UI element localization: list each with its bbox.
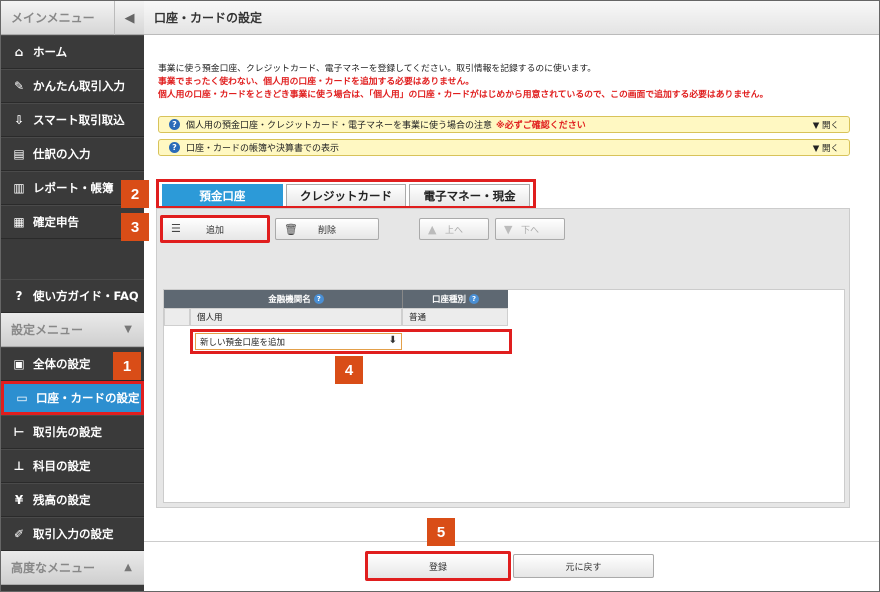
home-icon: ⌂: [14, 45, 24, 59]
sidebar-item-label: 口座・カードの設定: [36, 391, 140, 405]
tree-icon: ⊥: [13, 459, 25, 473]
question-icon[interactable]: ?: [469, 294, 479, 304]
description-line-1: 事業に使う預金口座、クレジットカード、電子マネーを登録してください。取引情報を記…: [158, 64, 597, 74]
question-icon: ?: [169, 119, 180, 130]
register-button[interactable]: 登録: [365, 551, 511, 581]
sidebar-item-label: 全体の設定: [33, 357, 91, 371]
sidebar-item-subject-settings[interactable]: ⊥ 科目の設定: [1, 449, 144, 483]
sidebar-item-account-card-settings[interactable]: ▭ 口座・カードの設定: [1, 381, 144, 415]
notice-display[interactable]: ? 口座・カードの帳簿や決算書での表示 ▼ 開く: [158, 139, 850, 156]
trash-icon: 🗑: [284, 223, 298, 236]
move-down-button[interactable]: ▼ 下へ: [495, 218, 565, 240]
chevron-down-icon: ▼: [124, 324, 132, 335]
pencil-icon: ✎: [13, 79, 25, 93]
account-grid: 金融機関名? 口座種別? 個人用 普通 新しい預金口座を追加 ⬇: [163, 289, 845, 503]
notice-personal-account[interactable]: ? 個人用の預金口座・クレジットカード・電子マネーを事業に使う場合の注意 ※必ず…: [158, 116, 850, 133]
notice-warning: ※必ずご確認ください: [496, 121, 586, 131]
sidebar-item-label: 仕訳の入力: [33, 147, 91, 161]
help-icon: ?: [15, 289, 23, 303]
callout-badge-1: 1: [113, 352, 141, 380]
add-account-row: 新しい預金口座を追加 ⬇: [190, 329, 512, 354]
sidebar-item-label: ホーム: [33, 45, 68, 59]
sidebar-item-label: スマート取引取込: [33, 113, 125, 127]
settings-menu-header[interactable]: 設定メニュー ▼: [1, 313, 144, 347]
advanced-menu-label: 高度なメニュー: [11, 561, 96, 575]
description-line-3: 個人用の口座・カードをときどき事業に使う場合は、「個人用」の口座・カードがはじめ…: [158, 90, 769, 100]
card-icon: ▭: [16, 391, 28, 405]
add-list-icon: ☰: [171, 222, 181, 235]
main-content: 口座・カードの設定 事業に使う預金口座、クレジットカード、電子マネーを登録してく…: [144, 1, 879, 591]
account-panel: ☰ 追加 🗑 削除 ▲ 上へ ▼ 下へ 金融機関名? 口座種別? 個人用 普通: [156, 208, 850, 508]
account-tabs: 預金口座 クレジットカード 電子マネー・現金: [156, 179, 536, 209]
sidebar-item-label: 科目の設定: [33, 459, 91, 473]
callout-badge-5: 5: [427, 518, 455, 546]
sidebar-item-label: レポート・帳簿: [33, 181, 114, 195]
journal-icon: ▤: [13, 147, 25, 161]
table-row-name[interactable]: 個人用: [190, 308, 402, 326]
callout-badge-2: 2: [121, 180, 149, 208]
sidebar-item-label: かんたん取引入力: [33, 79, 125, 93]
description: 事業に使う預金口座、クレジットカード、電子マネーを登録してください。取引情報を記…: [158, 63, 768, 102]
partner-icon: ⊢: [13, 425, 25, 439]
delete-button[interactable]: 🗑 削除: [275, 218, 379, 240]
report-icon: ▥: [13, 181, 25, 195]
arrow-down-icon: ▼: [504, 223, 513, 236]
download-arrow-icon[interactable]: ⬇: [389, 335, 397, 346]
notice-text: 個人用の預金口座・クレジットカード・電子マネーを事業に使う場合の注意: [186, 121, 493, 131]
sidebar-item-label: 取引入力の設定: [33, 527, 114, 541]
add-account-input[interactable]: 新しい預金口座を追加 ⬇: [195, 333, 402, 350]
page-title: 口座・カードの設定: [144, 1, 879, 35]
move-up-button[interactable]: ▲ 上へ: [419, 218, 489, 240]
import-icon: ⇩: [13, 113, 25, 127]
sidebar-item-label: 使い方ガイド・FAQ: [33, 289, 139, 303]
question-icon: ?: [169, 142, 180, 153]
table-row-type[interactable]: 普通: [402, 308, 508, 326]
callout-badge-3: 3: [121, 213, 149, 241]
revert-button[interactable]: 元に戻す: [513, 554, 654, 578]
chevron-up-icon: ▲: [124, 562, 132, 573]
notice-open-toggle[interactable]: ▼ 開く: [813, 119, 839, 131]
settings-doc-icon: ▣: [13, 357, 25, 371]
tab-e-money-cash[interactable]: 電子マネー・現金: [409, 184, 531, 206]
chevron-left-icon[interactable]: ◀: [114, 1, 144, 35]
input-settings-icon: ✐: [13, 527, 25, 541]
description-line-2: 事業でまったく使わない、個人用の口座・カードを追加する必要はありません。: [158, 77, 475, 87]
sidebar-item-home[interactable]: ⌂ ホーム: [1, 35, 144, 69]
tab-bank-account[interactable]: 預金口座: [162, 184, 283, 206]
main-menu-label: メインメニュー: [11, 11, 95, 25]
sidebar-item-input-settings[interactable]: ✐ 取引入力の設定: [1, 517, 144, 551]
yen-icon: ¥: [14, 493, 24, 507]
notice-open-toggle[interactable]: ▼ 開く: [813, 142, 839, 154]
sidebar-item-quick-entry[interactable]: ✎ かんたん取引入力: [1, 69, 144, 103]
sidebar-item-partner-settings[interactable]: ⊢ 取引先の設定: [1, 415, 144, 449]
sidebar-item-label: 残高の設定: [33, 493, 91, 507]
advanced-menu-header[interactable]: 高度なメニュー ▲: [1, 551, 144, 585]
sidebar-item-guide[interactable]: ? 使い方ガイド・FAQ: [1, 279, 144, 313]
sidebar-item-label: 確定申告: [33, 215, 79, 229]
column-header-bank: 金融機関名?: [190, 290, 402, 308]
sidebar-item-journal[interactable]: ▤ 仕訳の入力: [1, 137, 144, 171]
sidebar-item-smart-import[interactable]: ⇩ スマート取引取込: [1, 103, 144, 137]
column-header-type: 口座種別?: [402, 290, 508, 308]
settings-menu-label: 設定メニュー: [11, 323, 84, 337]
arrow-up-icon: ▲: [428, 223, 437, 236]
tax-icon: ▦: [13, 215, 25, 229]
tab-credit-card[interactable]: クレジットカード: [285, 184, 407, 206]
main-menu-header[interactable]: メインメニュー ◀: [1, 1, 144, 35]
notice-text: 口座・カードの帳簿や決算書での表示: [186, 144, 340, 154]
callout-badge-4: 4: [335, 356, 363, 384]
sidebar-item-balance-settings[interactable]: ¥ 残高の設定: [1, 483, 144, 517]
sidebar: メインメニュー ◀ ⌂ ホーム ✎ かんたん取引入力 ⇩ スマート取引取込 ▤ 仕訳の入…: [1, 1, 144, 591]
add-button[interactable]: ☰ 追加: [160, 215, 270, 243]
footer-bar: 登録 元に戻す: [144, 541, 879, 591]
sidebar-item-label: 取引先の設定: [33, 425, 102, 439]
question-icon[interactable]: ?: [313, 294, 324, 304]
